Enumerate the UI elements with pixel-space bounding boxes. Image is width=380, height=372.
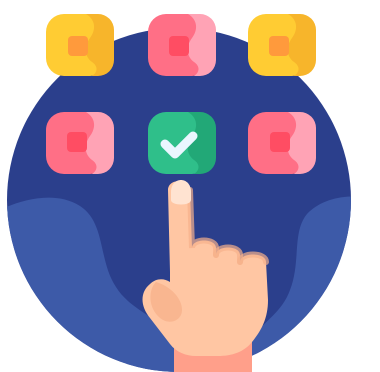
- yellow-app-tile: [248, 14, 316, 76]
- touch-select-illustration-svg: [7, 14, 351, 372]
- selected-green-app-tile[interactable]: [148, 112, 216, 174]
- pink-app-tile: [248, 112, 316, 174]
- pink-app-tile: [148, 14, 216, 76]
- pink-app-tile: [46, 112, 114, 174]
- yellow-app-tile: [46, 14, 114, 76]
- app-selection-illustration: [0, 0, 380, 372]
